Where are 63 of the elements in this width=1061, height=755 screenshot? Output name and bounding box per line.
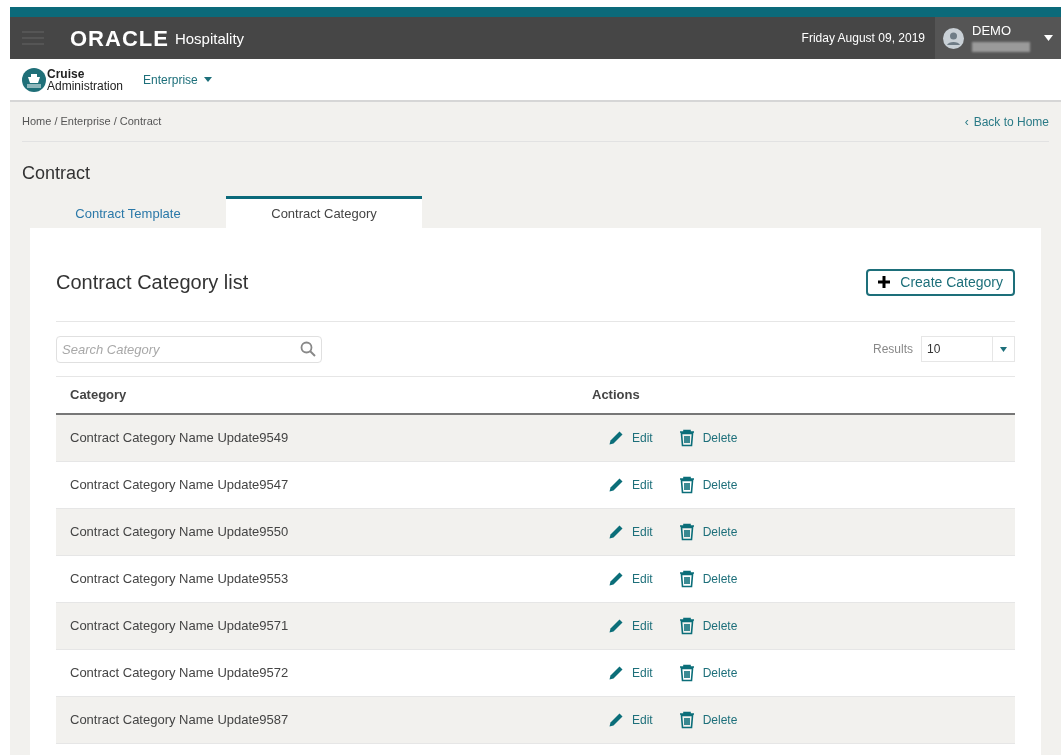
avatar-icon (943, 27, 964, 49)
pencil-icon (608, 477, 624, 493)
delete-button[interactable]: Delete (678, 570, 738, 588)
tab[interactable]: Contract Category (226, 196, 422, 228)
column-header: Actions (592, 386, 640, 405)
caret-icon (1000, 346, 1007, 352)
category-name: Contract Category Name Update9553 (69, 570, 290, 589)
create-category-button[interactable]: Create Category (866, 268, 1015, 296)
edit-button[interactable]: Edit (608, 711, 653, 729)
trash-icon (678, 617, 695, 635)
delete-button[interactable]: Delete (678, 476, 738, 494)
caret-icon (1044, 35, 1053, 41)
enterprise-menu[interactable]: Enterprise (143, 70, 212, 89)
edit-button[interactable]: Edit (608, 664, 653, 682)
category-name: Contract Category Name Update9547 (69, 476, 290, 495)
trash-icon (678, 523, 695, 541)
delete-button[interactable]: Delete (678, 664, 738, 682)
caret-icon (203, 77, 212, 82)
category-name: Contract Category Name Update9572 (69, 664, 290, 683)
user-name: DEMO (972, 24, 1012, 38)
pencil-icon (608, 618, 624, 634)
trash-icon (678, 476, 695, 494)
column-header: Category (69, 386, 128, 405)
trash-icon (678, 711, 695, 729)
pencil-icon (608, 712, 624, 728)
pencil-icon (608, 571, 624, 587)
ship-icon (22, 67, 46, 92)
tab[interactable]: Contract Template (30, 196, 226, 228)
redacted-text (972, 42, 1030, 52)
pencil-icon (608, 430, 624, 446)
trash-icon (678, 664, 695, 682)
back-to-home-link[interactable]: ‹ Back to Home (964, 112, 1049, 131)
results-dropdown[interactable]: 10 (921, 336, 1015, 362)
edit-button[interactable]: Edit (608, 476, 653, 494)
delete-button[interactable]: Delete (678, 711, 738, 729)
category-name: Contract Category Name Update9571 (69, 617, 290, 636)
delete-button[interactable]: Delete (678, 429, 738, 447)
search-field[interactable]: Search Category (56, 335, 322, 363)
product-name: Hospitality (174, 29, 245, 50)
pencil-icon (608, 524, 624, 540)
panel-title: Contract Category list (56, 270, 249, 295)
breadcrumb: Home / Enterprise / Contract (22, 114, 162, 130)
brand-logo: ORACLE (70, 24, 169, 53)
category-name: Contract Category Name Update9550 (69, 523, 290, 542)
plus-icon (878, 276, 891, 288)
edit-button[interactable]: Edit (608, 429, 653, 447)
delete-button[interactable]: Delete (678, 617, 738, 635)
user-menu[interactable]: DEMO (935, 17, 1061, 59)
app-subtitle: Administration (47, 79, 124, 92)
category-name: Contract Category Name Update9549 (69, 429, 290, 448)
search-icon[interactable] (300, 340, 316, 357)
trash-icon (678, 429, 695, 447)
date-text: Friday August 09, 2019 (801, 30, 925, 47)
edit-button[interactable]: Edit (608, 523, 653, 541)
app-name: Cruise (47, 67, 86, 80)
results-label: Results (873, 341, 913, 358)
page-title: Contract (22, 162, 92, 185)
pencil-icon (608, 665, 624, 681)
category-name: Contract Category Name Update9587 (69, 711, 290, 730)
edit-button[interactable]: Edit (608, 570, 653, 588)
edit-button[interactable]: Edit (608, 617, 653, 635)
delete-button[interactable]: Delete (678, 523, 738, 541)
trash-icon (678, 570, 695, 588)
